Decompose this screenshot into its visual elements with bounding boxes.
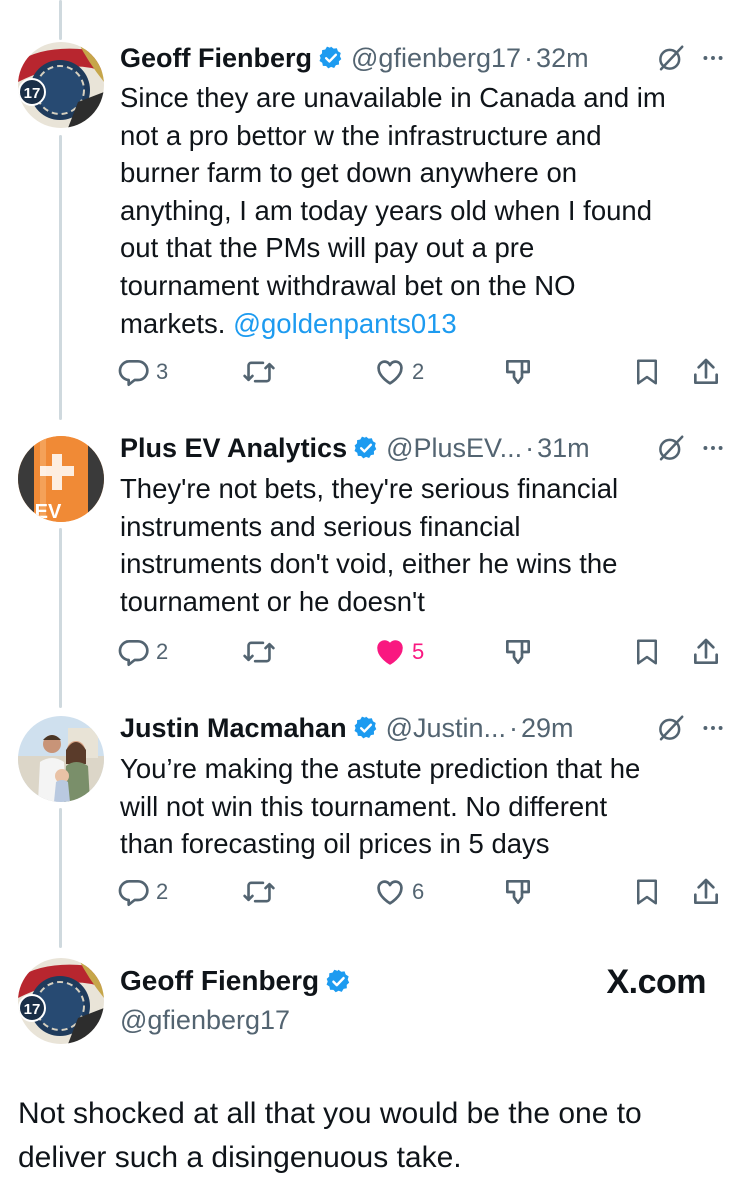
author-name[interactable]: Justin Macmahan — [120, 710, 347, 746]
svg-text:17: 17 — [24, 1001, 41, 1018]
separator-dot: · — [509, 713, 519, 743]
share-button[interactable] — [690, 352, 722, 392]
like-icon — [377, 880, 403, 905]
author-handle[interactable]: @Justin... — [386, 710, 506, 746]
bookmark-icon — [637, 879, 657, 905]
repost-icon — [243, 881, 275, 903]
reply-tweet[interactable]: 17 Geoff Fienberg @gfienberg17 · 32m Sin… — [0, 0, 742, 420]
reply-tweet[interactable]: EV Plus EV Analytics @PlusEV... · 31m Th… — [0, 420, 742, 700]
repost-icon — [243, 641, 275, 663]
more-icon[interactable] — [700, 715, 726, 741]
share-button[interactable] — [690, 632, 722, 672]
verified-icon — [325, 968, 352, 995]
bookmark-button[interactable] — [632, 872, 662, 912]
share-icon — [694, 358, 718, 384]
grok-icon[interactable] — [656, 713, 686, 743]
verified-icon — [353, 435, 379, 461]
avatar[interactable]: 17 — [18, 42, 104, 128]
timestamp[interactable]: 29m — [521, 710, 574, 746]
svg-text:EV: EV — [35, 501, 62, 522]
main-author-handle[interactable]: @gfienberg17 — [120, 1002, 290, 1038]
repost-button[interactable] — [242, 632, 276, 672]
like-button[interactable]: 2 — [374, 352, 424, 392]
views-button[interactable] — [502, 632, 534, 672]
reply-tweet[interactable]: Justin Macmahan @Justin... · 29m You’re … — [0, 700, 742, 950]
author-name[interactable]: Geoff Fienberg — [120, 962, 319, 1000]
separator-dot: · — [525, 433, 535, 463]
bookmark-icon — [637, 359, 657, 385]
tweet-text: Since they are unavailable in Canada and… — [120, 79, 712, 342]
grok-icon[interactable] — [656, 43, 686, 73]
views-button[interactable] — [502, 352, 534, 392]
reply-count: 3 — [156, 359, 169, 384]
views-icon — [506, 640, 530, 664]
repost-button[interactable] — [242, 352, 276, 392]
verified-icon — [318, 45, 344, 71]
repost-button[interactable] — [242, 872, 276, 912]
views-icon — [506, 880, 530, 904]
like-button[interactable]: 5 — [374, 632, 424, 672]
tweet-text-content: Since they are unavailable in Canada and… — [120, 82, 666, 339]
timestamp[interactable]: 32m — [536, 40, 589, 76]
tweet-actions: 2 5 — [118, 632, 726, 672]
mention-link[interactable]: @goldenpants013 — [233, 308, 457, 339]
timestamp[interactable]: 31m — [537, 430, 590, 466]
like-count: 2 — [412, 359, 425, 384]
like-count: 5 — [412, 639, 425, 664]
bookmark-icon — [637, 639, 657, 665]
avatar[interactable]: 17 — [18, 958, 104, 1044]
bookmark-button[interactable] — [632, 352, 662, 392]
like-count: 6 — [412, 879, 425, 904]
tweet-header: Geoff Fienberg @gfienberg17 · 32m — [120, 40, 726, 76]
more-icon[interactable] — [700, 435, 726, 461]
reply-icon — [118, 360, 149, 386]
separator-dot: · — [524, 43, 534, 73]
reply-icon — [118, 640, 149, 666]
main-author-name[interactable]: Geoff Fienberg — [120, 962, 359, 1000]
share-button[interactable] — [690, 872, 722, 912]
tweet-actions: 2 6 — [118, 872, 726, 912]
views-button[interactable] — [502, 872, 534, 912]
grok-icon[interactable] — [656, 433, 686, 463]
views-icon — [506, 360, 530, 384]
tweet-actions: 3 2 — [118, 352, 726, 392]
author-name[interactable]: Geoff Fienberg — [120, 40, 312, 76]
repost-icon — [243, 361, 275, 383]
like-button[interactable]: 6 — [374, 872, 424, 912]
reply-icon — [118, 880, 149, 906]
avatar[interactable]: EV — [18, 436, 104, 522]
main-tweet-text: Not shocked at all that you would be the… — [18, 1097, 642, 1174]
reply-button[interactable]: 3 — [118, 352, 168, 392]
tweet-text: You’re making the astute prediction that… — [120, 753, 641, 860]
tweet-header: Plus EV Analytics @PlusEV... · 31m — [120, 430, 726, 466]
reply-count: 2 — [156, 879, 169, 904]
tweet-header: Justin Macmahan @Justin... · 29m — [120, 710, 726, 746]
bookmark-button[interactable] — [632, 632, 662, 672]
like-icon — [377, 640, 403, 665]
svg-text:17: 17 — [24, 85, 41, 102]
share-icon — [694, 878, 718, 904]
verified-icon — [353, 715, 379, 741]
reply-button[interactable]: 2 — [118, 872, 168, 912]
author-handle[interactable]: @gfienberg17 — [351, 40, 521, 76]
author-name[interactable]: Plus EV Analytics — [120, 430, 347, 466]
tweet-text: They're not bets, they're serious financ… — [120, 473, 619, 617]
reply-count: 2 — [156, 639, 169, 664]
reply-button[interactable]: 2 — [118, 632, 168, 672]
author-handle[interactable]: @PlusEV... — [386, 430, 522, 466]
more-icon[interactable] — [700, 45, 726, 71]
x-watermark: X.com — [606, 963, 706, 1001]
share-icon — [694, 638, 718, 664]
like-icon — [377, 360, 403, 385]
avatar[interactable] — [18, 716, 104, 802]
